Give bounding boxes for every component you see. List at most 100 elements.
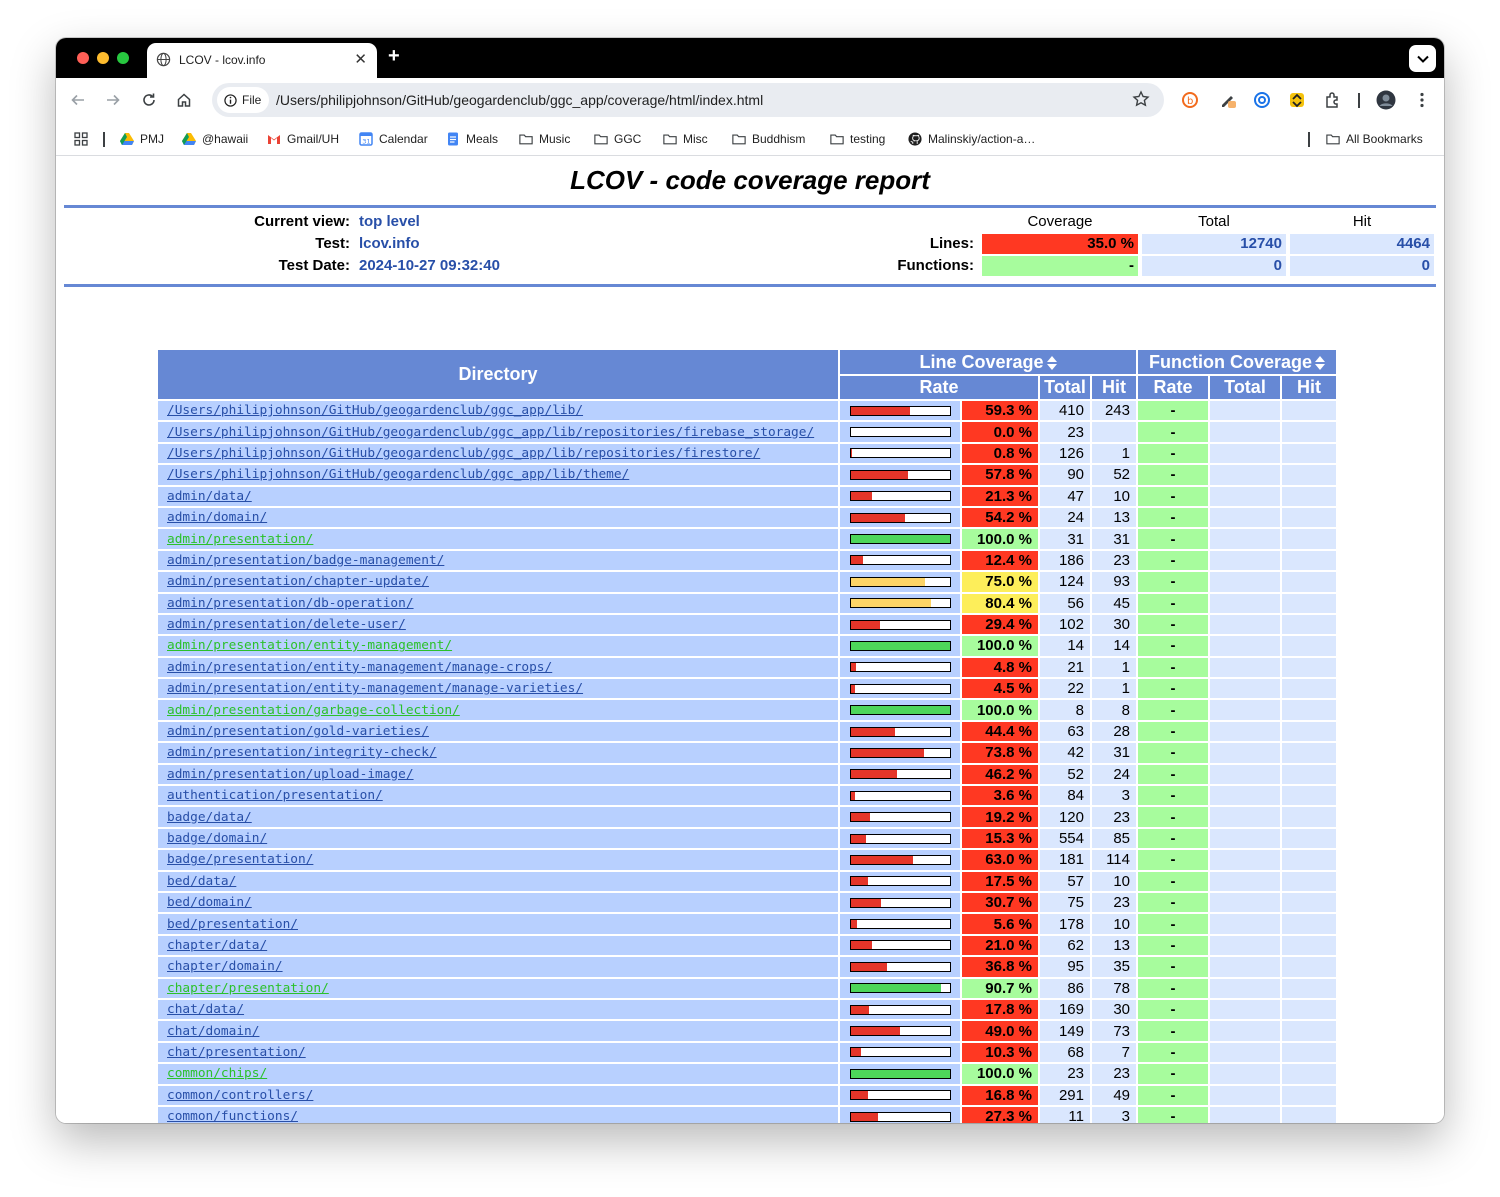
home-button[interactable]	[173, 89, 195, 111]
line-total-cell: 149	[1040, 1021, 1090, 1041]
directory-cell: chapter/domain/	[158, 957, 838, 977]
bookmark-folder-buddhism[interactable]: Buddhism	[732, 130, 805, 148]
bookmark-folder-testing[interactable]: testing	[830, 130, 885, 148]
directory-link[interactable]: chapter/presentation/	[167, 981, 329, 996]
directory-link[interactable]: bed/domain/	[167, 895, 252, 910]
bookmark-star-icon[interactable]	[1132, 90, 1150, 108]
extension-yellow-icon[interactable]	[1287, 90, 1307, 110]
function-hit-cell	[1282, 1021, 1336, 1041]
sort-icon[interactable]	[1046, 355, 1057, 370]
directory-link[interactable]: admin/presentation/gold-varieties/	[167, 724, 429, 739]
directory-link[interactable]: common/chips/	[167, 1066, 267, 1081]
directory-link[interactable]: admin/presentation/integrity-check/	[167, 745, 437, 760]
directory-link[interactable]: admin/presentation/garbage-collection/	[167, 703, 460, 718]
all-bookmarks-button[interactable]: All Bookmarks	[1326, 130, 1423, 148]
bookmark-folder-misc[interactable]: Misc	[663, 130, 708, 148]
minimize-window-button[interactable]	[97, 52, 109, 64]
line-total-cell: 57	[1040, 871, 1090, 891]
url-text[interactable]: /Users/philipjohnson/GitHub/geogardenclu…	[276, 92, 763, 108]
kebab-menu-icon[interactable]	[1412, 90, 1432, 110]
directory-link[interactable]: common/controllers/	[167, 1088, 313, 1103]
directory-link[interactable]: badge/data/	[167, 810, 252, 825]
directory-link[interactable]: /Users/philipjohnson/GitHub/geogardenclu…	[167, 403, 583, 418]
directory-link[interactable]: chapter/domain/	[167, 959, 283, 974]
line-hit-cell: 3	[1092, 786, 1136, 806]
directory-link[interactable]: bed/data/	[167, 874, 236, 889]
line-total-cell: 120	[1040, 807, 1090, 827]
directory-link[interactable]: chapter/data/	[167, 938, 267, 953]
reload-button[interactable]	[138, 89, 160, 111]
bookmark-folder-music[interactable]: Music	[519, 130, 570, 148]
apps-grid-button[interactable]	[74, 130, 88, 148]
profile-avatar-icon[interactable]	[1376, 90, 1396, 110]
directory-link[interactable]: badge/domain/	[167, 831, 267, 846]
directory-link[interactable]: admin/presentation/entity-management/man…	[167, 681, 583, 696]
coverage-bar	[850, 1090, 951, 1101]
table-row: admin/presentation/entity-management/man…	[158, 657, 1336, 678]
directory-link[interactable]: bed/presentation/	[167, 917, 298, 932]
directory-link[interactable]: admin/domain/	[167, 510, 267, 525]
close-window-button[interactable]	[77, 52, 89, 64]
bookmark-pmj[interactable]: PMJ	[120, 130, 164, 148]
sort-icon[interactable]	[1315, 355, 1326, 370]
directory-link[interactable]: admin/data/	[167, 489, 252, 504]
directory-link[interactable]: chat/presentation/	[167, 1045, 306, 1060]
directory-link[interactable]: common/functions/	[167, 1109, 298, 1123]
address-bar[interactable]: File /Users/philipjohnson/GitHub/geogard…	[212, 83, 1164, 117]
directory-header[interactable]: Directory	[158, 350, 838, 399]
bookmark-hawaii[interactable]: @hawaii	[182, 130, 248, 148]
function-hit-cell	[1282, 614, 1336, 635]
site-info-chip[interactable]: File	[217, 87, 269, 113]
line-coverage-header[interactable]: Line Coverage	[840, 350, 1136, 374]
extension-pen-icon[interactable]	[1218, 90, 1238, 110]
new-tab-button[interactable]: +	[388, 45, 400, 68]
directory-link[interactable]: authentication/presentation/	[167, 788, 383, 803]
back-button[interactable]	[67, 89, 89, 111]
bookmark-github-action[interactable]: Malinskiy/action-a…	[908, 130, 1035, 148]
extension-c-icon[interactable]	[1252, 90, 1272, 110]
bookmark-gmail[interactable]: Gmail/UH	[267, 130, 339, 148]
bookmark-folder-ggc[interactable]: GGC	[594, 130, 641, 148]
line-hit-cell: 52	[1092, 465, 1136, 485]
function-rate-cell: -	[1138, 1064, 1208, 1084]
directory-link[interactable]: admin/presentation/chapter-update/	[167, 574, 429, 589]
directory-link[interactable]: /Users/philipjohnson/GitHub/geogardenclu…	[167, 446, 760, 461]
coverage-bar	[850, 726, 951, 737]
current-view-link[interactable]: top level	[359, 213, 420, 230]
browser-tab[interactable]: LCOV - lcov.info ✕	[147, 43, 377, 78]
tab-search-button[interactable]	[1409, 45, 1436, 72]
extension-orange-icon[interactable]: b	[1180, 90, 1200, 110]
table-row: admin/presentation/entity-management/man…	[158, 679, 1336, 699]
directory-cell: admin/presentation/garbage-collection/	[158, 700, 838, 720]
coverage-bar-fill	[851, 962, 888, 971]
directory-link[interactable]: admin/presentation/delete-user/	[167, 617, 406, 632]
directory-link[interactable]: /Users/philipjohnson/GitHub/geogardenclu…	[167, 425, 814, 440]
directory-link[interactable]: admin/presentation/entity-management/	[167, 638, 452, 653]
function-coverage-header[interactable]: Function Coverage	[1138, 350, 1336, 374]
coverage-bar-cell	[840, 764, 960, 785]
directory-link[interactable]: admin/presentation/entity-management/man…	[167, 660, 552, 675]
maximize-window-button[interactable]	[117, 52, 129, 64]
directory-link[interactable]: badge/presentation/	[167, 852, 313, 867]
folder-icon	[732, 134, 746, 145]
line-hit-cell: 1	[1092, 679, 1136, 699]
directory-link[interactable]: /Users/philipjohnson/GitHub/geogardenclu…	[167, 467, 629, 482]
function-rate-cell: -	[1138, 443, 1208, 464]
line-rate-cell: 10.3 %	[962, 1042, 1038, 1063]
extensions-puzzle-icon[interactable]	[1323, 90, 1343, 110]
forward-button[interactable]	[102, 89, 124, 111]
line-total-cell: 410	[1040, 401, 1090, 421]
bookmark-calendar[interactable]: 31 Calendar	[359, 130, 428, 148]
directory-link[interactable]: chat/domain/	[167, 1024, 259, 1039]
directory-link[interactable]: admin/presentation/upload-image/	[167, 767, 414, 782]
directory-link[interactable]: admin/presentation/badge-management/	[167, 553, 444, 568]
close-tab-icon[interactable]: ✕	[354, 50, 367, 68]
directory-link[interactable]: chat/data/	[167, 1002, 244, 1017]
coverage-bar-fill	[851, 791, 855, 800]
directory-link[interactable]: admin/presentation/db-operation/	[167, 596, 414, 611]
function-hit-cell	[1282, 1042, 1336, 1063]
function-rate-cell: -	[1138, 657, 1208, 678]
line-hit-cell: 73	[1092, 1021, 1136, 1041]
directory-link[interactable]: admin/presentation/	[167, 532, 313, 547]
bookmark-meals[interactable]: Meals	[446, 130, 498, 148]
